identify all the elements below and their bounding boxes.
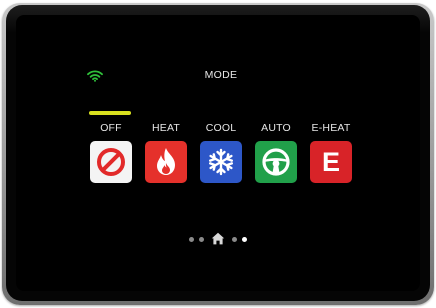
mode-auto-label: AUTO: [261, 122, 291, 134]
mode-off[interactable]: OFF: [87, 122, 135, 186]
mode-cool[interactable]: COOL: [197, 122, 245, 186]
mode-e-heat-button[interactable]: E: [310, 141, 352, 183]
mode-off-button[interactable]: [90, 141, 132, 183]
snowflake-icon: [208, 148, 233, 176]
flame-icon: [157, 148, 175, 175]
page-dot[interactable]: [232, 237, 237, 242]
page-indicator: [0, 232, 436, 246]
mode-off-label: OFF: [100, 122, 122, 134]
wifi-icon[interactable]: [87, 70, 103, 82]
mode-heat-button[interactable]: [145, 141, 187, 183]
mode-auto[interactable]: AUTO: [252, 122, 300, 186]
page-title: MODE: [204, 69, 238, 81]
page-dot-active[interactable]: [242, 237, 247, 242]
mode-cool-button[interactable]: [200, 141, 242, 183]
home-icon[interactable]: [211, 232, 225, 245]
mode-e-heat-label: E-HEAT: [311, 122, 351, 134]
mode-heat-label: HEAT: [151, 122, 181, 134]
mode-e-heat[interactable]: E-HEAT E: [307, 122, 355, 186]
mode-heat[interactable]: HEAT: [142, 122, 190, 186]
mode-auto-button[interactable]: [255, 141, 297, 183]
mode-cool-label: COOL: [205, 122, 237, 134]
page-dot[interactable]: [199, 237, 204, 242]
selected-mode-indicator: [89, 111, 131, 115]
mode-selector: OFF HEAT COOL AUTO E-HEAT E: [87, 122, 362, 192]
e-icon: E: [321, 146, 340, 177]
steering-wheel-icon: [262, 148, 290, 176]
page-dot[interactable]: [189, 237, 194, 242]
off-icon: [97, 148, 125, 176]
